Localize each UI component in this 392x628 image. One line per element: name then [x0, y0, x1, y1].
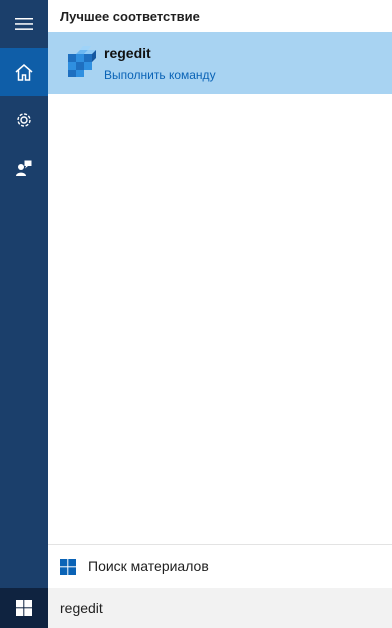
settings-button[interactable] [0, 96, 48, 144]
windows-logo-icon [60, 559, 76, 575]
registry-editor-icon [68, 46, 96, 77]
person-feedback-icon [16, 160, 32, 176]
home-icon [15, 63, 33, 81]
result-app-name: regedit [104, 45, 151, 61]
home-button[interactable] [0, 48, 48, 96]
start-button[interactable] [0, 588, 48, 628]
gear-icon [17, 113, 31, 127]
hamburger-menu-button[interactable] [0, 0, 48, 48]
best-match-header: Лучшее соответствие [60, 9, 200, 24]
left-rail [0, 0, 48, 588]
windows-start-icon [16, 600, 32, 616]
store-search-label: Поиск материалов [88, 558, 209, 574]
results-panel: Лучшее соответствие regedit Выполнить ко… [48, 0, 392, 588]
result-action-label: Выполнить команду [104, 68, 216, 82]
best-match-result[interactable]: regedit Выполнить команду [48, 32, 392, 94]
feedback-button[interactable] [0, 144, 48, 192]
store-search-link[interactable]: Поиск материалов [48, 544, 392, 589]
search-input[interactable] [48, 588, 392, 628]
search-box[interactable] [48, 588, 392, 628]
hamburger-icon [15, 18, 33, 30]
